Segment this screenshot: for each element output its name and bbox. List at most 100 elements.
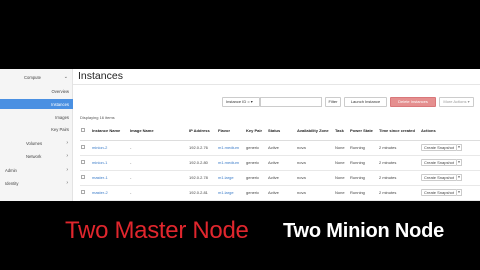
- task-cell: None: [334, 170, 349, 186]
- zone-cell: nova: [296, 170, 334, 186]
- ip-address-cell: 192.0.2.76: [188, 140, 217, 156]
- sidebar-item-images[interactable]: Images: [0, 112, 73, 122]
- actions-cell: Create Snapshot ▼: [420, 155, 480, 171]
- zone-cell: nova: [296, 140, 334, 156]
- delete-instances-button[interactable]: Delete Instances: [390, 97, 436, 107]
- chevron-right-icon: ›: [66, 180, 68, 186]
- col-key-pair[interactable]: Key Pair: [245, 123, 267, 141]
- col-status[interactable]: Status: [267, 123, 296, 141]
- table-row: minion-1 - 192.0.2.80 m1.medium generic …: [80, 155, 480, 171]
- chevron-down-icon[interactable]: ▼: [457, 189, 463, 196]
- col-actions: Actions: [420, 123, 480, 141]
- filter-button[interactable]: Filter: [325, 97, 341, 107]
- table-toolbar: Instance ID = ▾ Filter Launch Instance D…: [73, 97, 480, 107]
- task-cell: None: [334, 140, 349, 156]
- sidebar: Compute ⌄ Overview Instances Images Key …: [0, 69, 73, 201]
- chevron-down-icon[interactable]: ▼: [457, 174, 463, 181]
- chevron-down-icon: ⌄: [63, 74, 68, 80]
- col-task[interactable]: Task: [334, 123, 349, 141]
- flavor-link[interactable]: m1.medium: [217, 155, 245, 171]
- table-row: master-2 - 192.0.2.81 m1.large generic A…: [80, 185, 480, 201]
- time-created-cell: 2 minutes: [378, 155, 420, 171]
- task-cell: None: [334, 185, 349, 201]
- ip-address-cell: 192.0.2.81: [188, 185, 217, 201]
- col-power-state[interactable]: Power State: [349, 123, 378, 141]
- time-created-cell: 2 minutes: [378, 170, 420, 186]
- sidebar-item-identity[interactable]: Identity ›: [0, 178, 73, 188]
- image-name-cell: -: [129, 140, 188, 156]
- row-checkbox[interactable]: [81, 160, 85, 164]
- status-cell: Active: [267, 185, 296, 201]
- title-divider: [73, 84, 480, 85]
- instances-table: Instance Name Image Name IP Address Flav…: [80, 123, 480, 201]
- create-snapshot-button[interactable]: Create Snapshot: [421, 174, 458, 181]
- flavor-link[interactable]: m1.large: [217, 170, 245, 186]
- caption-master-text: Two Master Node: [65, 217, 249, 244]
- power-state-cell: Running: [349, 185, 378, 201]
- chevron-down-icon[interactable]: ▼: [457, 159, 463, 166]
- status-cell: Active: [267, 155, 296, 171]
- power-state-cell: Running: [349, 170, 378, 186]
- actions-cell: Create Snapshot ▼: [420, 140, 480, 156]
- key-pair-cell: generic: [245, 185, 267, 201]
- table-header-row: Instance Name Image Name IP Address Flav…: [80, 123, 480, 141]
- instance-name-link[interactable]: minion-2: [91, 140, 129, 156]
- power-state-cell: Running: [349, 140, 378, 156]
- power-state-cell: Running: [349, 155, 378, 171]
- sidebar-item-compute[interactable]: Compute ⌄: [0, 72, 73, 82]
- page-title: Instances: [78, 70, 123, 82]
- launch-instance-button[interactable]: Launch Instance: [344, 97, 387, 107]
- more-actions-button[interactable]: More Actions ▾: [439, 97, 474, 107]
- col-image-name[interactable]: Image Name: [129, 123, 188, 141]
- filter-field-select[interactable]: Instance ID = ▾: [222, 97, 260, 107]
- sidebar-item-key-pairs[interactable]: Key Pairs: [0, 124, 73, 134]
- flavor-link[interactable]: m1.medium: [217, 140, 245, 156]
- sidebar-item-overview[interactable]: Overview: [0, 86, 73, 96]
- create-snapshot-button[interactable]: Create Snapshot: [421, 159, 458, 166]
- ip-address-cell: 192.0.2.78: [188, 170, 217, 186]
- status-cell: Active: [267, 140, 296, 156]
- col-flavor[interactable]: Flavor: [217, 123, 245, 141]
- create-snapshot-button[interactable]: Create Snapshot: [421, 189, 458, 196]
- image-name-cell: -: [129, 185, 188, 201]
- key-pair-cell: generic: [245, 155, 267, 171]
- instance-name-link[interactable]: minion-1: [91, 155, 129, 171]
- table-row: master-1 - 192.0.2.78 m1.large generic A…: [80, 170, 480, 186]
- ip-address-cell: 192.0.2.80: [188, 155, 217, 171]
- filter-input[interactable]: [260, 97, 322, 107]
- chevron-right-icon: ›: [66, 153, 68, 159]
- col-availability-zone[interactable]: Availability Zone: [296, 123, 334, 141]
- col-time-since-created[interactable]: Time since created: [378, 123, 420, 141]
- zone-cell: nova: [296, 155, 334, 171]
- col-instance-name[interactable]: Instance Name: [91, 123, 129, 141]
- col-ip-address[interactable]: IP Address: [188, 123, 217, 141]
- sidebar-item-instances[interactable]: Instances: [0, 99, 73, 109]
- create-snapshot-button[interactable]: Create Snapshot: [421, 144, 458, 151]
- video-caption: Two Master Node Two Minion Node: [0, 213, 480, 247]
- task-cell: None: [334, 155, 349, 171]
- image-name-cell: -: [129, 170, 188, 186]
- select-all-cell: [80, 123, 91, 141]
- sidebar-item-admin[interactable]: Admin ›: [0, 165, 73, 175]
- row-checkbox[interactable]: [81, 190, 85, 194]
- image-name-cell: -: [129, 155, 188, 171]
- instance-name-link[interactable]: master-1: [91, 170, 129, 186]
- time-created-cell: 2 minutes: [378, 185, 420, 201]
- row-checkbox[interactable]: [81, 175, 85, 179]
- select-all-checkbox[interactable]: [81, 128, 85, 133]
- openstack-dashboard: Compute ⌄ Overview Instances Images Key …: [0, 69, 480, 201]
- flavor-link[interactable]: m1.large: [217, 185, 245, 201]
- sidebar-item-volumes[interactable]: Volumes ›: [0, 138, 73, 148]
- zone-cell: nova: [296, 185, 334, 201]
- sidebar-item-network[interactable]: Network ›: [0, 151, 73, 161]
- chevron-right-icon: ›: [66, 140, 68, 146]
- item-count: Displaying 16 items: [80, 115, 115, 120]
- instance-name-link[interactable]: master-2: [91, 185, 129, 201]
- table-row: minion-2 - 192.0.2.76 m1.medium generic …: [80, 140, 480, 156]
- row-checkbox[interactable]: [81, 145, 85, 149]
- chevron-down-icon[interactable]: ▼: [457, 144, 463, 151]
- caption-minion-text: Two Minion Node: [283, 220, 445, 242]
- time-created-cell: 2 minutes: [378, 140, 420, 156]
- key-pair-cell: generic: [245, 170, 267, 186]
- key-pair-cell: generic: [245, 140, 267, 156]
